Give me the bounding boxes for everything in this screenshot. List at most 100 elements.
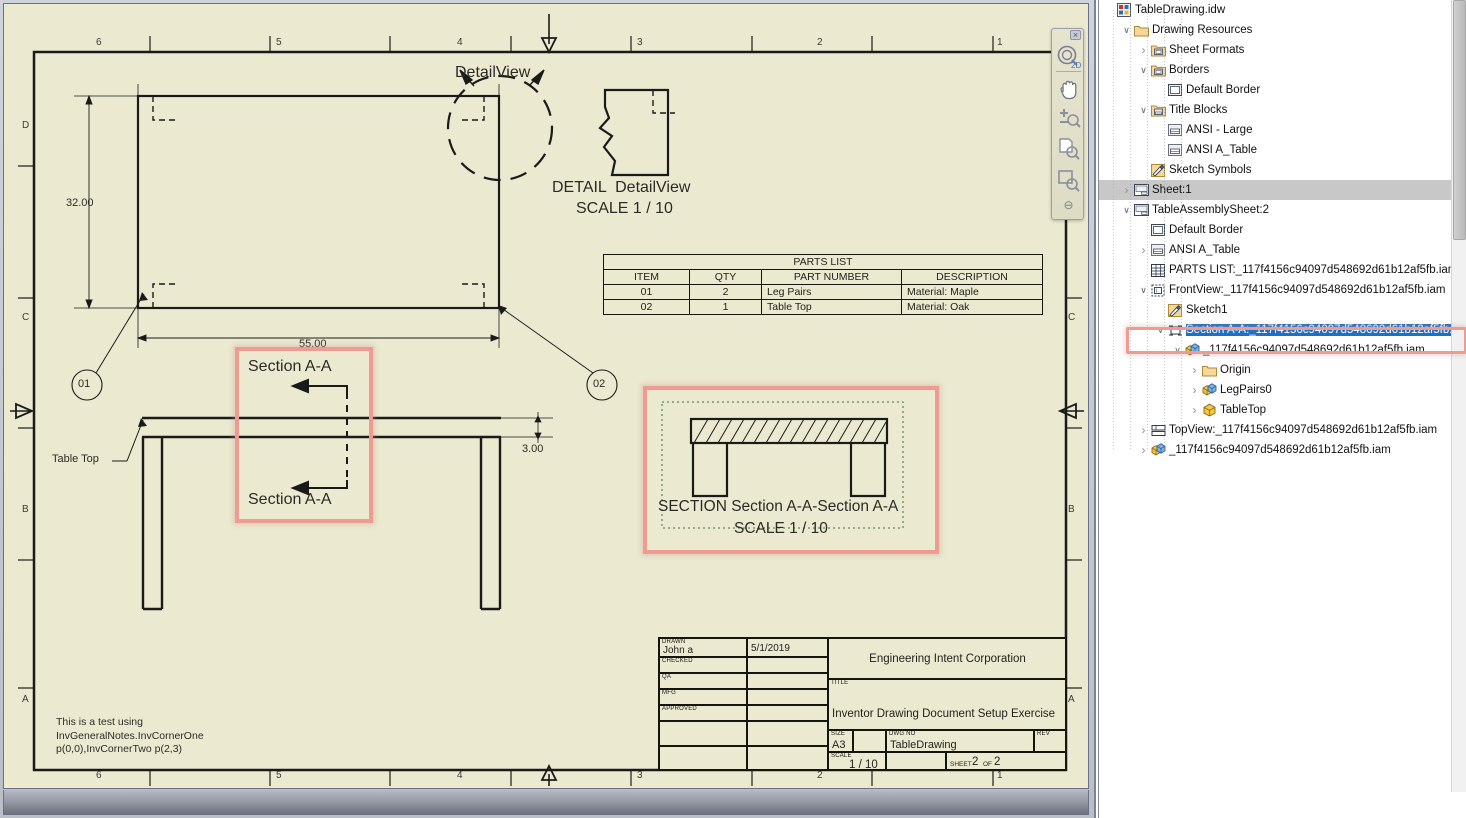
chevron-down-icon[interactable]: ∨ — [1120, 20, 1133, 40]
balloon-02[interactable]: 02 — [593, 378, 605, 390]
tree-node-label[interactable]: TableTop — [1220, 404, 1270, 416]
tree-node[interactable]: ∨ _117f4156c94097d548692d61b12af5fb.iam — [1099, 340, 1451, 360]
tree-node[interactable]: ∨ Drawing Resources — [1099, 20, 1451, 40]
navigation-toolbar[interactable]: × 2D ⊖ — [1051, 28, 1084, 220]
tree-node[interactable]: › Sheet Formats — [1099, 40, 1451, 60]
tb-rev-cell[interactable]: REV — [1034, 730, 1067, 752]
nav-more-icon[interactable]: ⊖ — [1055, 195, 1082, 215]
table-row[interactable]: 01 2 Leg Pairs Material: Maple — [603, 284, 1043, 300]
dimension-height[interactable]: 32.00 — [66, 197, 94, 209]
tb-sheet-cell[interactable]: SHEET 2 OF 2 — [946, 752, 1067, 771]
tree-node-label[interactable]: FrontView:_117f4156c94097d548692d61b12af… — [1169, 284, 1449, 296]
tb-blank-cell-2[interactable] — [747, 721, 828, 746]
tree-node[interactable]: ∨ Borders — [1099, 60, 1451, 80]
tb-approved-cell[interactable]: APPROVED — [659, 705, 747, 721]
tree-node[interactable]: › Origin — [1099, 360, 1451, 380]
tree-node-label[interactable]: Borders — [1169, 64, 1213, 76]
tb-company-cell[interactable]: Engineering Intent Corporation — [828, 638, 1067, 679]
zoom-in-out-icon[interactable] — [1055, 103, 1082, 133]
tree-node-label[interactable]: Section A-A:_117f4156c94097d548692d61b12… — [1186, 324, 1451, 336]
model-browser-tree[interactable]: TableDrawing.idw∨Drawing Resources›Sheet… — [1099, 0, 1451, 792]
chevron-right-icon[interactable]: › — [1137, 40, 1150, 60]
tree-node[interactable]: › LegPairs0 — [1099, 380, 1451, 400]
tree-node-label[interactable]: ANSI A_Table — [1186, 144, 1261, 156]
tree-node[interactable]: › TopView:_117f4156c94097d548692d61b12af5… — [1099, 420, 1451, 440]
tb-drawn-cell[interactable]: DRAWN John a — [659, 638, 747, 657]
chevron-right-icon[interactable]: › — [1188, 380, 1201, 400]
tree-node[interactable]: TableDrawing.idw — [1099, 0, 1451, 20]
parts-list-table[interactable]: PARTS LIST ITEM QTY PART NUMBER DESCRIPT… — [603, 254, 1043, 315]
tree-node[interactable]: Sketch1 — [1099, 300, 1451, 320]
tree-node-label[interactable]: Sheet:1 — [1152, 184, 1196, 196]
tree-node[interactable]: ∨ TableAssemblySheet:2 — [1099, 200, 1451, 220]
tb-checked-cell[interactable]: CHECKED — [659, 657, 747, 673]
tree-node[interactable]: PARTS LIST:_117f4156c94097d548692d61b12a… — [1099, 260, 1451, 280]
tb-scale-cell[interactable]: SCALE 1 / 10 — [828, 752, 886, 771]
tree-node[interactable]: ANSI A_Table — [1099, 140, 1451, 160]
chevron-down-icon[interactable]: ∨ — [1137, 60, 1150, 80]
tree-node[interactable]: › TableTop — [1099, 400, 1451, 420]
chevron-right-icon[interactable]: › — [1137, 240, 1150, 260]
tree-node-label[interactable]: Origin — [1220, 364, 1255, 376]
zoom-all-icon[interactable] — [1055, 134, 1082, 164]
tree-node-label[interactable]: _117f4156c94097d548692d61b12af5fb.iam — [1169, 444, 1395, 456]
tb-drawn-date-cell[interactable]: 5/1/2019 — [747, 638, 828, 657]
tree-node-label[interactable]: ANSI - Large — [1186, 124, 1256, 136]
tree-node[interactable]: Sketch Symbols — [1099, 160, 1451, 180]
chevron-down-icon[interactable]: ∨ — [1154, 320, 1167, 340]
tb-title-cell[interactable]: TITLE Inventor Drawing Document Setup Ex… — [828, 679, 1067, 730]
tb-dwgno-cell[interactable]: DWG NO TableDrawing — [886, 730, 1034, 752]
tree-node[interactable]: › Sheet:1 — [1099, 180, 1451, 200]
browser-scrollbar[interactable] — [1451, 0, 1466, 792]
chevron-down-icon[interactable]: ∨ — [1137, 100, 1150, 120]
tree-node-label[interactable]: Sketch1 — [1186, 304, 1232, 316]
tb-mfg-date-cell[interactable] — [747, 689, 828, 705]
pan-hand-icon[interactable] — [1055, 73, 1082, 103]
tree-node[interactable]: Default Border — [1099, 220, 1451, 240]
zoom-window-icon[interactable] — [1055, 166, 1082, 196]
chevron-right-icon[interactable]: › — [1188, 360, 1201, 380]
graphics-pane[interactable]: 6 5 4 3 2 1 6 5 4 3 2 1 D C B A D C — [0, 0, 1096, 818]
model-browser-pane[interactable]: TableDrawing.idw∨Drawing Resources›Sheet… — [1098, 0, 1466, 818]
tree-node-label[interactable]: TableAssemblySheet:2 — [1152, 204, 1273, 216]
drawing-canvas[interactable]: 6 5 4 3 2 1 6 5 4 3 2 1 D C B A D C — [3, 3, 1089, 789]
chevron-right-icon[interactable]: › — [1137, 420, 1150, 440]
tb-blank-cell-1[interactable] — [659, 721, 747, 746]
leader-note-table-top[interactable]: Table Top — [52, 453, 99, 465]
chevron-right-icon[interactable]: › — [1120, 180, 1133, 200]
tree-node-label[interactable]: Drawing Resources — [1152, 24, 1256, 36]
chevron-right-icon[interactable]: › — [1137, 440, 1150, 460]
browser-scrollbar-thumb[interactable] — [1453, 0, 1466, 240]
tb-blank-cell-4[interactable] — [747, 746, 828, 771]
general-note[interactable]: This is a test using InvGeneralNotes.Inv… — [56, 716, 204, 757]
chevron-down-icon[interactable]: ∨ — [1120, 200, 1133, 220]
tree-node[interactable]: › _117f4156c94097d548692d61b12af5fb.iam — [1099, 440, 1451, 460]
title-block[interactable]: DRAWN John a 5/1/2019 CHECKED QA MFG APP… — [658, 637, 1067, 771]
dimension-thickness[interactable]: 3.00 — [522, 443, 543, 455]
tree-node-label[interactable]: TableDrawing.idw — [1135, 4, 1229, 16]
tb-mfg-cell[interactable]: MFG — [659, 689, 747, 705]
tree-node-label[interactable]: Default Border — [1186, 84, 1264, 96]
tree-node-label[interactable]: _117f4156c94097d548692d61b12af5fb.iam — [1203, 344, 1429, 356]
tree-node[interactable]: ∨ Title Blocks — [1099, 100, 1451, 120]
view-cube-2d-icon[interactable]: 2D — [1055, 42, 1082, 72]
tree-node-label[interactable]: TopView:_117f4156c94097d548692d61b12af5f… — [1169, 424, 1441, 436]
close-icon[interactable]: × — [1070, 30, 1081, 40]
tb-scale-blank-cell[interactable] — [886, 752, 946, 771]
tree-node-label[interactable]: LegPairs0 — [1220, 384, 1276, 396]
tb-size-cell[interactable]: SIZE A3 — [828, 730, 853, 752]
tree-node[interactable]: ANSI - Large — [1099, 120, 1451, 140]
tb-approved-date-cell[interactable] — [747, 705, 828, 721]
tb-checked-date-cell[interactable] — [747, 657, 828, 673]
chevron-down-icon[interactable]: ∨ — [1137, 280, 1150, 300]
tree-node[interactable]: › ANSI A_Table — [1099, 240, 1451, 260]
table-row[interactable]: 02 1 Table Top Material: Oak — [603, 299, 1043, 315]
tree-node[interactable]: Default Border — [1099, 80, 1451, 100]
chevron-right-icon[interactable]: › — [1188, 400, 1201, 420]
tree-node-label[interactable]: PARTS LIST:_117f4156c94097d548692d61b12a… — [1169, 264, 1451, 276]
balloon-01[interactable]: 01 — [78, 378, 90, 390]
tb-size-blank-cell[interactable] — [853, 730, 886, 752]
chevron-down-icon[interactable]: ∨ — [1171, 340, 1184, 360]
tree-node[interactable]: ∨ I FrontView:_117f4156c94097d548692d61b12… — [1099, 280, 1451, 300]
tb-qa-date-cell[interactable] — [747, 673, 828, 689]
